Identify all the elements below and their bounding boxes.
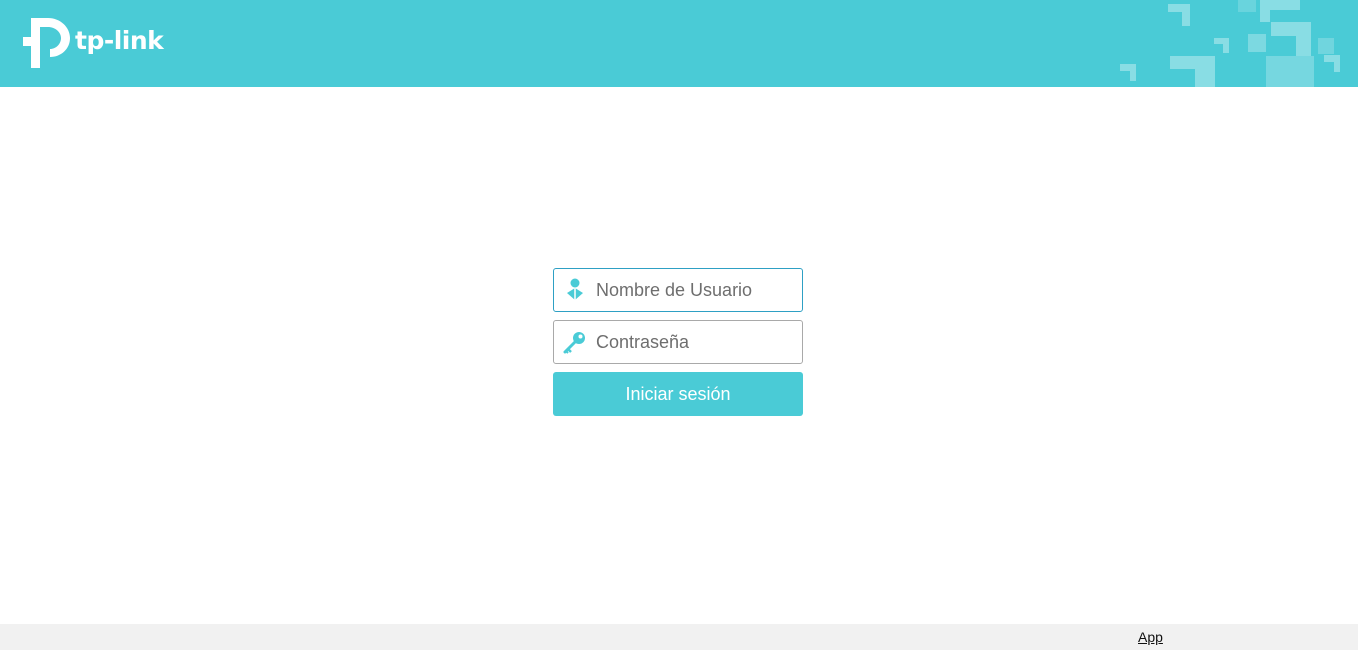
username-field[interactable] bbox=[553, 268, 803, 312]
key-icon bbox=[554, 321, 596, 363]
password-field[interactable] bbox=[553, 320, 803, 364]
footer-bar: App bbox=[0, 624, 1358, 650]
login-button[interactable]: Iniciar sesión bbox=[553, 372, 803, 416]
app-link[interactable]: App bbox=[1138, 629, 1163, 645]
header-bar: tp-link bbox=[0, 0, 1358, 87]
decorative-squares bbox=[1120, 0, 1340, 87]
login-form: Iniciar sesión bbox=[553, 268, 803, 416]
tp-link-logo: tp-link bbox=[22, 16, 164, 70]
user-icon bbox=[554, 269, 596, 311]
tp-link-logo-icon bbox=[23, 18, 70, 68]
brand-name: tp-link bbox=[75, 25, 164, 55]
username-input[interactable] bbox=[596, 270, 796, 310]
password-input[interactable] bbox=[596, 322, 796, 362]
